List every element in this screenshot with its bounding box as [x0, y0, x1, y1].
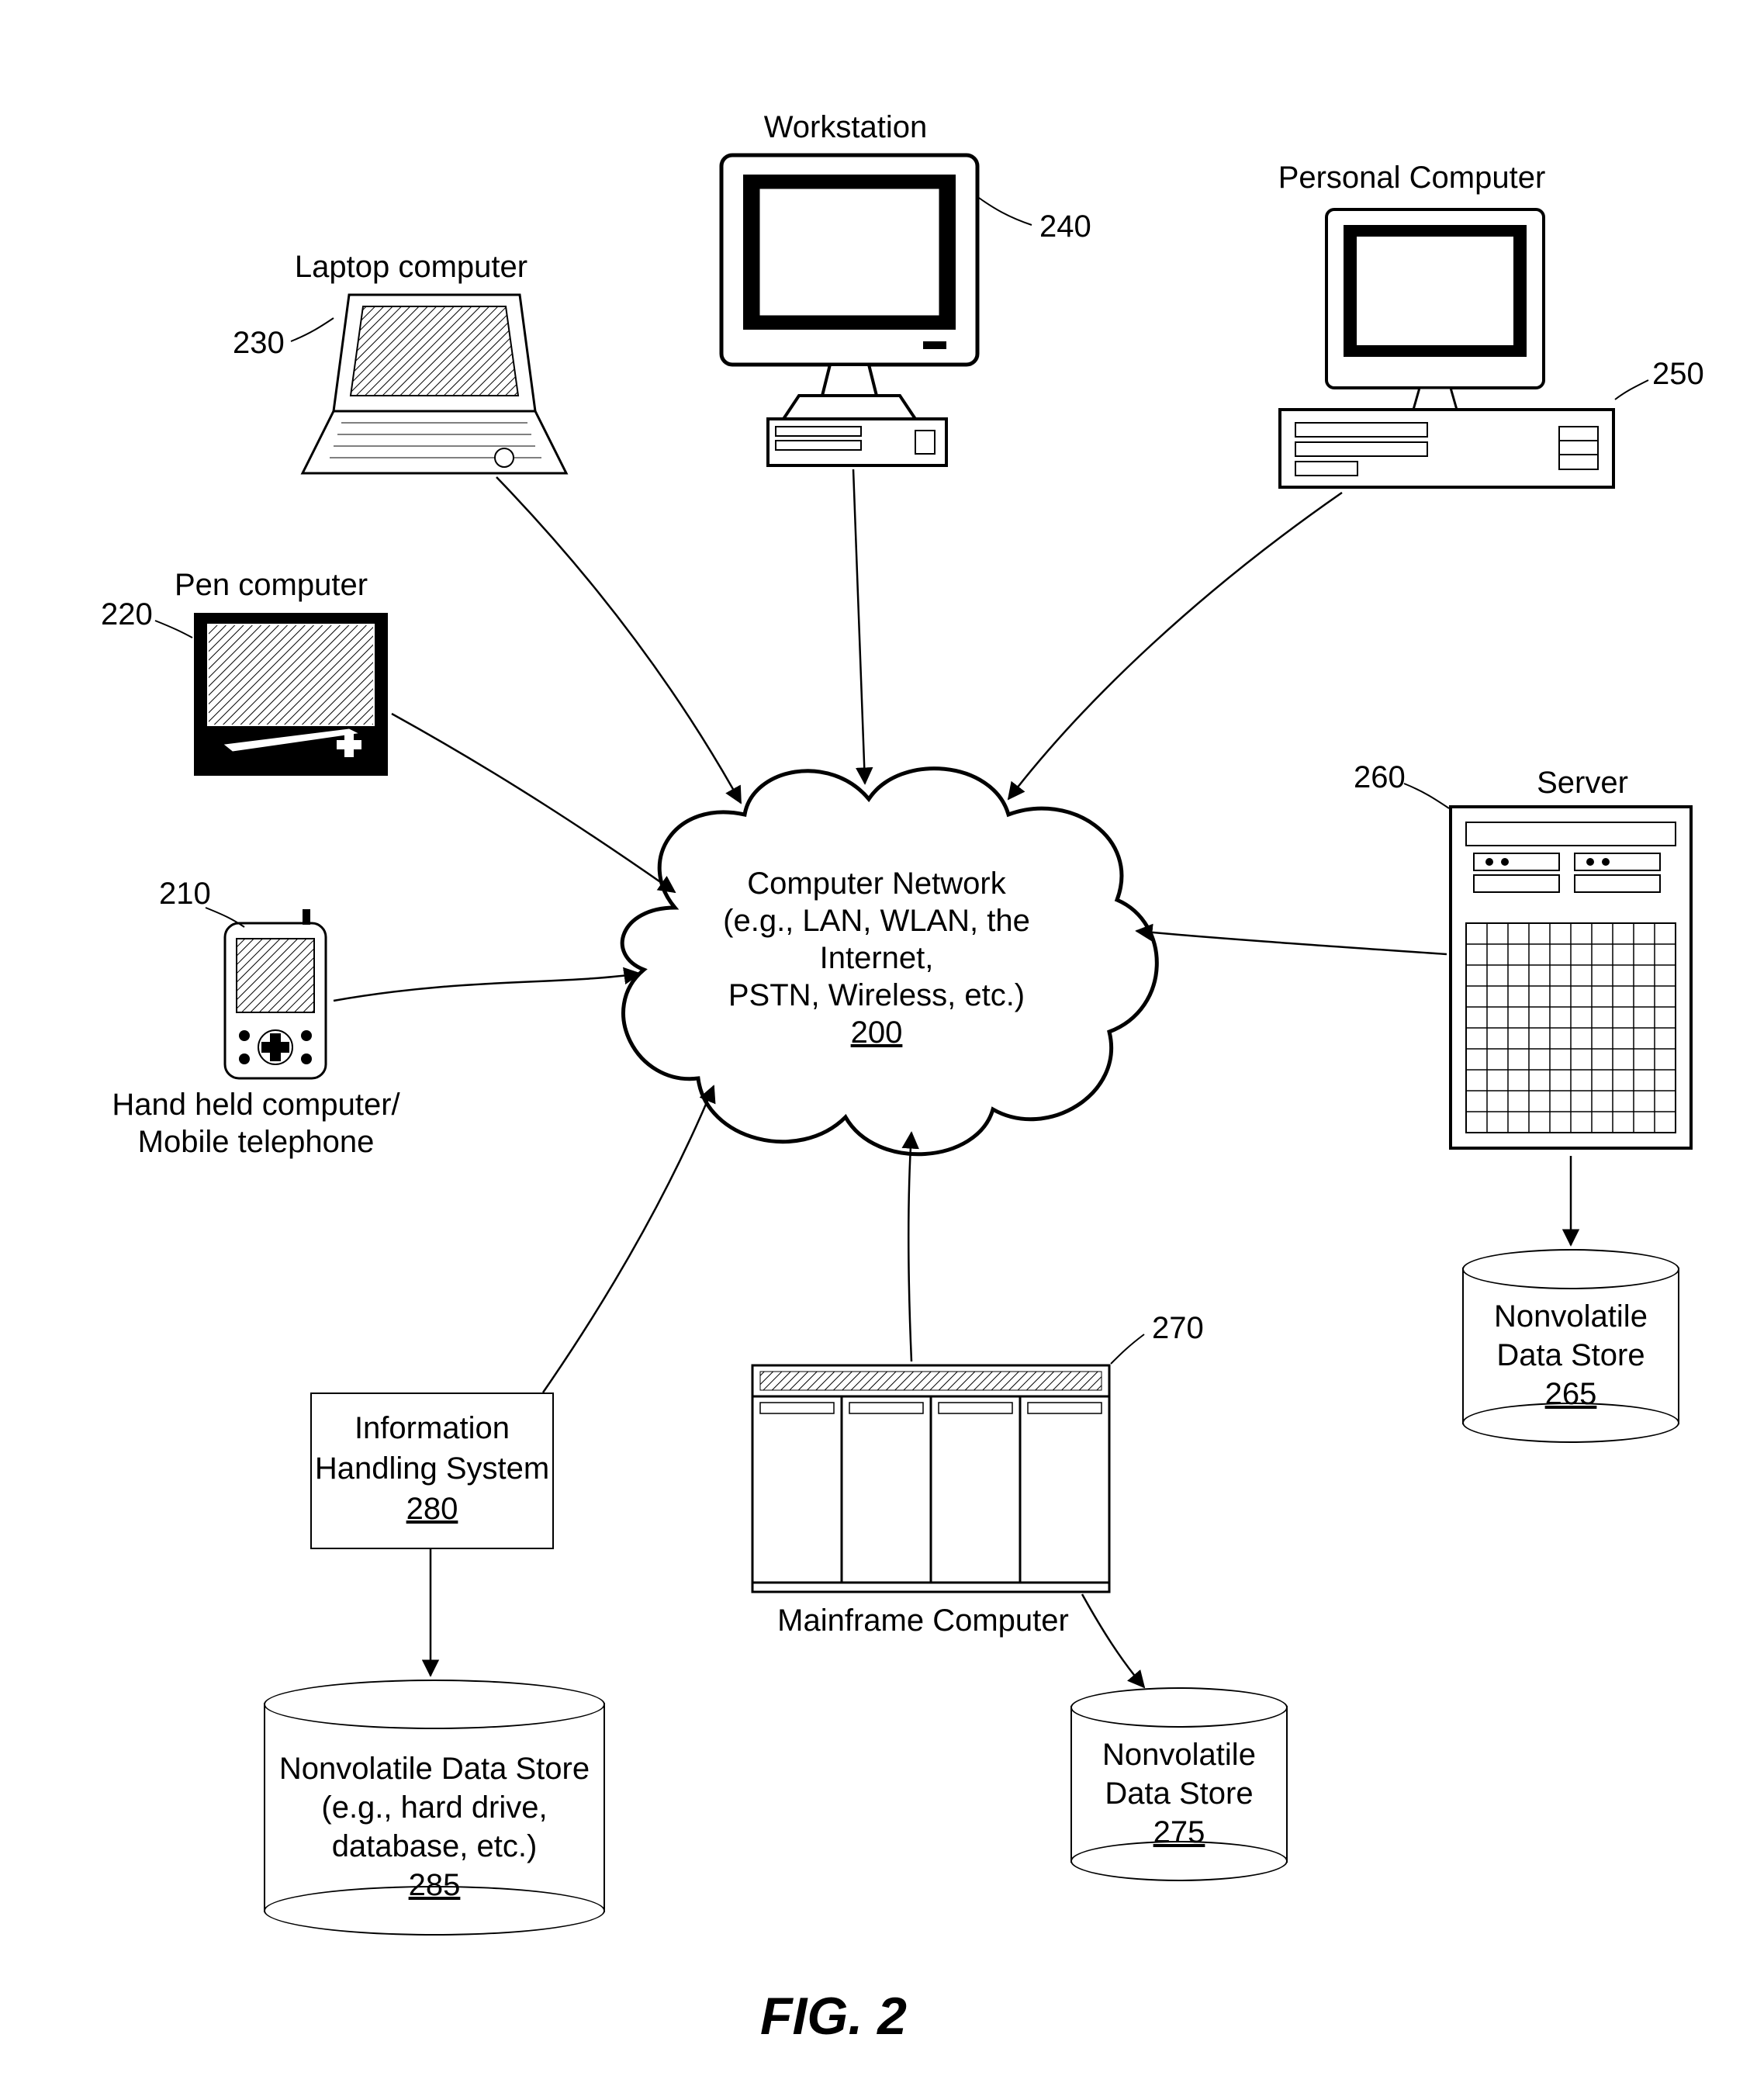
datastore-275: Nonvolatile Data Store 275	[1070, 1687, 1288, 1881]
cloud-line2: (e.g., LAN, WLAN, the Internet,	[683, 902, 1070, 977]
ds265-line1: Nonvolatile	[1462, 1297, 1679, 1336]
laptop-device	[303, 295, 566, 473]
laptop-label: Laptop computer	[287, 248, 535, 285]
ref-210: 210	[159, 877, 211, 912]
cloud-line1: Computer Network	[683, 865, 1070, 902]
server-device	[1451, 807, 1691, 1148]
datastore-285: Nonvolatile Data Store (e.g., hard drive…	[264, 1680, 605, 1936]
ref-260: 260	[1354, 760, 1406, 795]
ref-250: 250	[1652, 357, 1704, 392]
ds275-line1: Nonvolatile	[1070, 1735, 1288, 1774]
server-label: Server	[1505, 764, 1660, 801]
handheld-label-line2: Mobile telephone	[101, 1123, 411, 1161]
ref-230: 230	[233, 326, 285, 361]
ihs-line1: Information	[312, 1408, 552, 1448]
mainframe-device	[752, 1365, 1109, 1592]
figure-caption: FIG. 2	[760, 1986, 907, 2046]
ds285-line2: (e.g., hard drive,	[264, 1788, 605, 1827]
ds275-line2: Data Store	[1070, 1774, 1288, 1813]
ihs-line2: Handling System	[312, 1448, 552, 1489]
cloud-text: Computer Network (e.g., LAN, WLAN, the I…	[683, 865, 1070, 1051]
cloud-line3: PSTN, Wireless, etc.)	[683, 977, 1070, 1014]
pen-computer-device	[194, 613, 388, 776]
cloud-ref: 200	[683, 1014, 1070, 1051]
mainframe-label: Mainframe Computer	[760, 1602, 1086, 1639]
ihs-ref: 280	[312, 1489, 552, 1529]
ds285-line1: Nonvolatile Data Store	[264, 1749, 605, 1788]
ds285-line3: database, etc.)	[264, 1827, 605, 1866]
pc-device	[1280, 209, 1613, 487]
ds285-ref: 285	[264, 1866, 605, 1905]
pc-label: Personal Computer	[1272, 159, 1551, 196]
ref-220: 220	[101, 597, 153, 632]
handheld-device	[225, 909, 326, 1078]
ref-240: 240	[1039, 209, 1091, 244]
ihs-box: Information Handling System 280	[310, 1393, 554, 1549]
workstation-label: Workstation	[737, 109, 954, 146]
diagram-canvas: Computer Network (e.g., LAN, WLAN, the I…	[0, 0, 1750, 2100]
ds265-ref: 265	[1462, 1375, 1679, 1413]
datastore-265: Nonvolatile Data Store 265	[1462, 1249, 1679, 1443]
handheld-label-line1: Hand held computer/	[101, 1086, 411, 1123]
handheld-label: Hand held computer/ Mobile telephone	[101, 1086, 411, 1161]
pen-label: Pen computer	[175, 566, 392, 604]
ds265-line2: Data Store	[1462, 1336, 1679, 1375]
ds275-ref: 275	[1070, 1813, 1288, 1852]
ref-270: 270	[1152, 1311, 1204, 1346]
workstation-device	[721, 155, 977, 465]
